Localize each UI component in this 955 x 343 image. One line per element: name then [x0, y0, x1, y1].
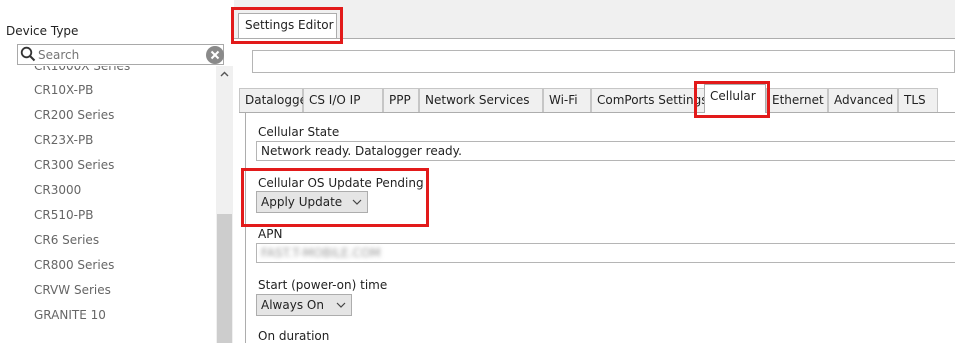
list-item[interactable]: CR10X-PB	[17, 78, 217, 103]
device-list: CR1000X Series CR10X-PB CR200 Series CR2…	[17, 66, 217, 343]
device-type-label: Device Type	[6, 24, 79, 38]
list-item[interactable]: CR6 Series	[17, 228, 217, 253]
tab-cs-io-ip[interactable]: CS I/O IP	[303, 88, 383, 112]
tab-ppp[interactable]: PPP	[383, 88, 419, 112]
cellular-state-field: Network ready. Datalogger ready.	[256, 141, 955, 161]
search-input[interactable]	[38, 46, 198, 63]
list-item[interactable]: CR510-PB	[17, 203, 217, 228]
apn-label: APN	[258, 227, 283, 241]
list-item[interactable]: CR23X-PB	[17, 128, 217, 153]
start-time-label: Start (power-on) time	[258, 278, 388, 292]
search-icon	[20, 46, 36, 62]
clear-search-icon[interactable]	[206, 46, 224, 64]
cellular-tab-content: Cellular State Network ready. Datalogger…	[245, 113, 955, 343]
tab-network-services[interactable]: Network Services	[419, 88, 543, 112]
list-item[interactable]: CR300 Series	[17, 153, 217, 178]
tab-datalogger[interactable]: Datalogger	[239, 88, 312, 112]
start-time-dropdown[interactable]: Always On	[256, 294, 352, 316]
cellular-state-label: Cellular State	[258, 125, 340, 139]
list-item[interactable]: CR200 Series	[17, 103, 217, 128]
scroll-up-icon[interactable]	[216, 66, 233, 83]
on-duration-label: On duration	[258, 329, 330, 343]
os-update-highlight	[241, 168, 429, 227]
chevron-down-icon	[335, 296, 347, 320]
tab-advanced[interactable]: Advanced	[828, 88, 898, 112]
device-type-panel: Device Type CR1000X Series CR10X-PB CR20…	[0, 0, 233, 343]
scrollbar-thumb[interactable]	[217, 214, 232, 343]
search-box[interactable]	[17, 44, 224, 65]
apn-field[interactable]: FAST.T-MOBILE.COM	[256, 243, 955, 263]
tab-cellular[interactable]: Cellular	[704, 84, 766, 113]
list-item[interactable]: CR3000	[17, 178, 217, 203]
settings-editor-highlight	[231, 7, 343, 44]
settings-tab-strip: Datalogger CS I/O IP PPP Network Service…	[239, 84, 955, 113]
tab-comports-settings[interactable]: ComPorts Settings	[591, 88, 707, 112]
list-item[interactable]: GRANITE 10	[17, 303, 217, 328]
list-item[interactable]: CR800 Series	[17, 253, 217, 278]
apn-value: FAST.T-MOBILE.COM	[261, 246, 381, 260]
tab-tls[interactable]: TLS	[898, 88, 938, 112]
tab-ethernet[interactable]: Ethernet	[766, 88, 828, 112]
settings-path-field[interactable]	[252, 50, 955, 73]
tab-wi-fi[interactable]: Wi-Fi	[543, 88, 591, 112]
device-list-scrollbar[interactable]	[216, 66, 233, 343]
start-time-option: Always On	[261, 298, 324, 312]
list-item[interactable]: CRVW Series	[17, 278, 217, 303]
